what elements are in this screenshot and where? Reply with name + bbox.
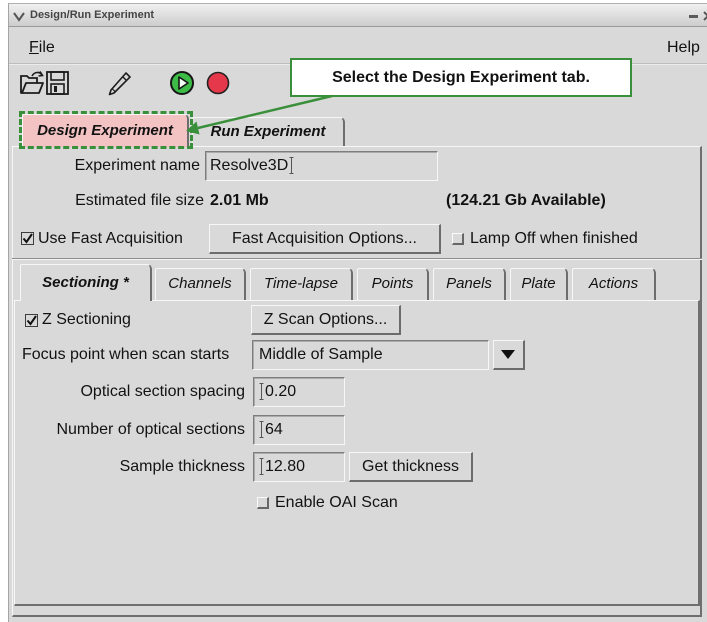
focus-point-select[interactable]: Middle of Sample (252, 340, 489, 370)
text-cursor-icon (289, 157, 294, 175)
focus-point-value: Middle of Sample (259, 346, 383, 363)
window-title: Design/Run Experiment (30, 9, 155, 21)
chevron-down-icon (501, 350, 515, 359)
section-spacing-field[interactable]: 0.20 (253, 377, 345, 407)
section-count-value: 64 (265, 421, 283, 438)
sample-thickness-label: Sample thickness (119, 458, 245, 475)
z-sectioning-label[interactable]: Z Sectioning (42, 306, 131, 334)
tab-channels[interactable]: Channels (155, 268, 246, 300)
experiment-name-field[interactable]: Resolve3D (205, 151, 438, 181)
tab-time-lapse[interactable]: Time-lapse (250, 268, 353, 300)
title-bar[interactable]: Design/Run Experiment (8, 3, 707, 27)
tab-points[interactable]: Points (357, 268, 429, 300)
annotation-callout: Select the Design Experiment tab. (290, 58, 632, 97)
menu-help[interactable]: Help (667, 34, 700, 62)
menu-file[interactable]: File (29, 34, 55, 62)
stop-icon[interactable] (205, 70, 231, 96)
application-window: Design/Run Experiment File Help Select t… (0, 0, 707, 622)
z-sectioning-checkbox[interactable] (25, 314, 38, 327)
text-cursor-icon (259, 458, 264, 476)
available-space-value: (124.21 Gb Available) (446, 192, 606, 209)
section-separator (12, 258, 702, 260)
section-count-label: Number of optical sections (56, 421, 245, 438)
edit-icon[interactable] (106, 70, 132, 96)
save-icon[interactable] (45, 70, 71, 96)
section-spacing-value: 0.20 (265, 383, 297, 400)
text-cursor-icon (259, 421, 264, 439)
minimize-icon[interactable] (689, 15, 698, 18)
chevron-down-icon[interactable] (13, 9, 25, 22)
tab-run-experiment[interactable]: Run Experiment (192, 117, 345, 146)
fast-acquisition-checkbox[interactable] (21, 232, 34, 245)
lamp-off-label[interactable]: Lamp Off when finished (470, 225, 638, 253)
sample-thickness-value: 12.80 (265, 458, 306, 475)
lamp-off-checkbox[interactable] (452, 233, 464, 245)
play-icon[interactable] (169, 70, 195, 96)
oai-scan-checkbox[interactable] (257, 497, 269, 509)
experiment-name-label: Experiment name (74, 157, 200, 174)
section-spacing-label: Optical section spacing (80, 383, 245, 400)
tab-actions[interactable]: Actions (572, 268, 656, 300)
open-folder-icon[interactable] (19, 70, 45, 96)
focus-point-label: Focus point when scan starts (22, 346, 230, 363)
z-scan-options-button[interactable]: Z Scan Options... (251, 305, 401, 335)
sample-thickness-field[interactable]: 12.80 (253, 452, 345, 482)
tab-panels[interactable]: Panels (433, 268, 506, 300)
fast-acquisition-label[interactable]: Use Fast Acquisition (38, 225, 183, 253)
focus-point-dropdown-button[interactable] (493, 340, 525, 370)
tab-design-experiment[interactable]: Design Experiment (22, 114, 189, 147)
get-thickness-button[interactable]: Get thickness (349, 452, 473, 482)
file-size-value: 2.01 Mb (210, 192, 269, 209)
experiment-name-value: Resolve3D (210, 157, 289, 174)
oai-scan-label[interactable]: Enable OAI Scan (275, 489, 398, 517)
close-icon[interactable] (703, 9, 707, 21)
file-size-label: Estimated file size (75, 192, 204, 209)
fast-acquisition-options-button[interactable]: Fast Acquisition Options... (209, 224, 441, 254)
tab-sectioning[interactable]: Sectioning * (20, 264, 152, 301)
text-cursor-icon (259, 383, 264, 401)
section-count-field[interactable]: 64 (253, 415, 345, 445)
tab-plate[interactable]: Plate (510, 268, 568, 300)
